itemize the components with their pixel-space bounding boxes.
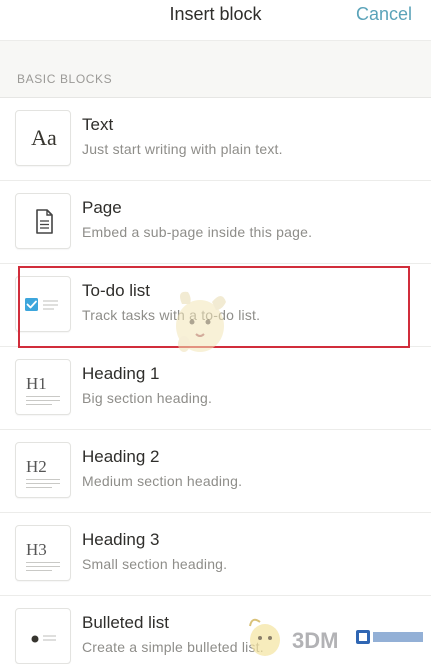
text-block-tile: Aa (15, 110, 71, 166)
block-subtitle: Small section heading. (82, 556, 228, 572)
block-item-heading-3[interactable]: H3 Heading 3 Small section heading. (0, 513, 431, 596)
block-subtitle: Create a simple bulleted list. (82, 639, 264, 655)
todo-checkbox-icon (25, 298, 58, 311)
block-title: To-do list (82, 281, 151, 300)
heading1-block-tile: H1 (15, 359, 71, 415)
heading1-icon: H1 (26, 374, 47, 393)
block-item-heading-2[interactable]: H2 Heading 2 Medium section heading. (0, 430, 431, 513)
bullet-list-icon (31, 635, 56, 643)
divider (26, 566, 60, 567)
block-subtitle: Track tasks with a to-do list. (82, 307, 261, 323)
divider (26, 487, 52, 488)
block-subtitle: Medium section heading. (82, 473, 243, 489)
aa-icon: Aa (31, 125, 57, 150)
block-title: Heading 1 (82, 364, 160, 383)
heading3-block-tile: H3 (15, 525, 71, 581)
modal-header: Insert block Cancel (0, 0, 431, 40)
section-label: BASIC BLOCKS (17, 72, 113, 86)
block-title: Text (82, 115, 114, 134)
divider (26, 570, 52, 571)
heading2-icon: H2 (26, 457, 47, 476)
block-subtitle: Just start writing with plain text. (82, 141, 283, 157)
heading2-block-tile: H2 (15, 442, 71, 498)
block-item-heading-1[interactable]: H1 Heading 1 Big section heading. (0, 347, 431, 430)
heading3-icon: H3 (26, 540, 47, 559)
divider (26, 479, 60, 480)
watermark-text: 3DM (292, 628, 339, 653)
todo-block-tile (15, 276, 71, 332)
bullet-block-tile (15, 608, 71, 664)
divider (26, 400, 60, 401)
divider (26, 404, 52, 405)
block-title: Bulleted list (82, 613, 169, 632)
block-title: Heading 3 (82, 530, 160, 549)
block-item-bulleted-list[interactable]: Bulleted list Create a simple bulleted l… (0, 596, 431, 664)
page-icon (36, 209, 53, 234)
block-item-text[interactable]: Aa Text Just start writing with plain te… (0, 98, 431, 181)
block-subtitle: Embed a sub-page inside this page. (82, 224, 313, 240)
cancel-button[interactable]: Cancel (356, 4, 412, 25)
divider (26, 396, 60, 397)
divider (26, 562, 60, 563)
block-item-todo-list[interactable]: To-do list Track tasks with a to-do list… (0, 264, 431, 347)
block-item-page[interactable]: Page Embed a sub-page inside this page. (0, 181, 431, 264)
block-title: Page (82, 198, 122, 217)
section-header: BASIC BLOCKS (0, 40, 431, 98)
block-subtitle: Big section heading. (82, 390, 213, 406)
divider (26, 483, 60, 484)
block-title: Heading 2 (82, 447, 160, 466)
block-list: Aa Text Just start writing with plain te… (0, 98, 431, 664)
page-block-tile (15, 193, 71, 249)
